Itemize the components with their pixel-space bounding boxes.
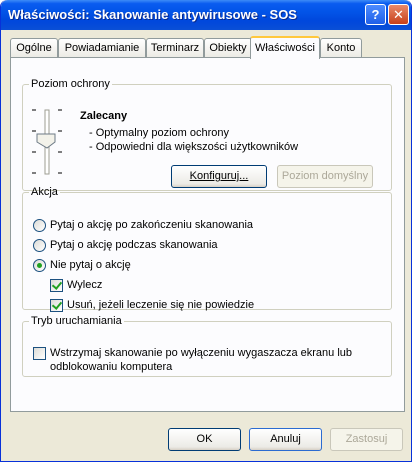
close-icon: ✕ xyxy=(393,7,404,22)
protection-bullet-optimal: - Optymalny poziom ochrony xyxy=(89,127,229,139)
tab-properties[interactable]: Właściwości xyxy=(250,36,320,59)
properties-panel: Poziom ochrony Zalecany - Optymalny pozi… xyxy=(10,57,405,412)
configure-button[interactable]: Konfiguruj... xyxy=(171,165,267,188)
protection-level-group: Poziom ochrony Zalecany - Optymalny pozi… xyxy=(22,78,392,191)
protection-level-slider[interactable] xyxy=(29,108,65,176)
apply-button[interactable]: Zastosuj xyxy=(330,428,403,451)
properties-dialog: Właściwości: Skanowanie antywirusowe - S… xyxy=(0,0,412,462)
action-legend: Akcja xyxy=(31,186,58,198)
checkbox-cure[interactable] xyxy=(50,279,63,292)
tab-general[interactable]: Ogólne xyxy=(10,38,58,57)
checkbox-pause-label-line1[interactable]: Wstrzymaj skanowanie po wyłączeniu wygas… xyxy=(50,347,352,359)
radio-ask-after-scan-label[interactable]: Pytaj o akcję po zakończeniu skanowania xyxy=(50,219,253,231)
radio-ask-during-scan[interactable] xyxy=(33,239,46,252)
close-button[interactable]: ✕ xyxy=(388,4,409,25)
default-level-button[interactable]: Poziom domyślny xyxy=(277,165,373,188)
configure-button-label: Konfiguruj... xyxy=(189,170,249,182)
tab-account[interactable]: Konto xyxy=(320,38,362,57)
run-mode-group: Tryb uruchamiania Wstrzymaj skanowanie p… xyxy=(22,315,392,377)
protection-bullet-suitable: - Odpowiedni dla większości użytkowników xyxy=(89,141,299,153)
tab-objects[interactable]: Obiekty xyxy=(204,38,252,57)
cancel-button[interactable]: Anuluj xyxy=(249,428,322,451)
radio-do-not-ask[interactable] xyxy=(33,259,46,272)
action-group: Akcja Pytaj o akcję po zakończeniu skano… xyxy=(22,186,392,312)
help-icon: ? xyxy=(371,7,380,22)
tab-schedule[interactable]: Terminarz xyxy=(146,38,204,57)
cancel-button-label: Anuluj xyxy=(270,433,301,445)
run-mode-legend: Tryb uruchamiania xyxy=(31,315,122,327)
ok-button-label: OK xyxy=(196,433,213,445)
checkbox-delete-label[interactable]: Usuń, jeżeli leczenie się nie powiedzie xyxy=(67,299,254,311)
window-title: Właściwości: Skanowanie antywirusowe - S… xyxy=(8,7,297,22)
slider-thumb[interactable] xyxy=(36,133,56,149)
radio-ask-during-scan-label[interactable]: Pytaj o akcję podczas skanowania xyxy=(50,239,218,251)
protection-level-legend: Poziom ochrony xyxy=(31,78,110,90)
protection-level-title: Zalecany xyxy=(80,110,128,122)
checkbox-delete-if-cure-fails[interactable] xyxy=(50,299,63,312)
tab-notifications[interactable]: Powiadamianie xyxy=(58,38,146,57)
checkbox-cure-label[interactable]: Wylecz xyxy=(67,279,102,291)
help-button[interactable]: ? xyxy=(365,4,386,25)
checkbox-pause-on-screensaver[interactable] xyxy=(33,347,46,360)
ok-button[interactable]: OK xyxy=(168,428,241,451)
default-level-button-label: Poziom domyślny xyxy=(281,170,369,182)
radio-do-not-ask-label[interactable]: Nie pytaj o akcję xyxy=(50,259,131,271)
title-bar[interactable]: Właściwości: Skanowanie antywirusowe - S… xyxy=(1,0,411,30)
checkbox-pause-label-line2[interactable]: odblokowaniu komputera xyxy=(50,361,172,373)
apply-button-label: Zastosuj xyxy=(345,433,388,445)
radio-ask-after-scan[interactable] xyxy=(33,219,46,232)
